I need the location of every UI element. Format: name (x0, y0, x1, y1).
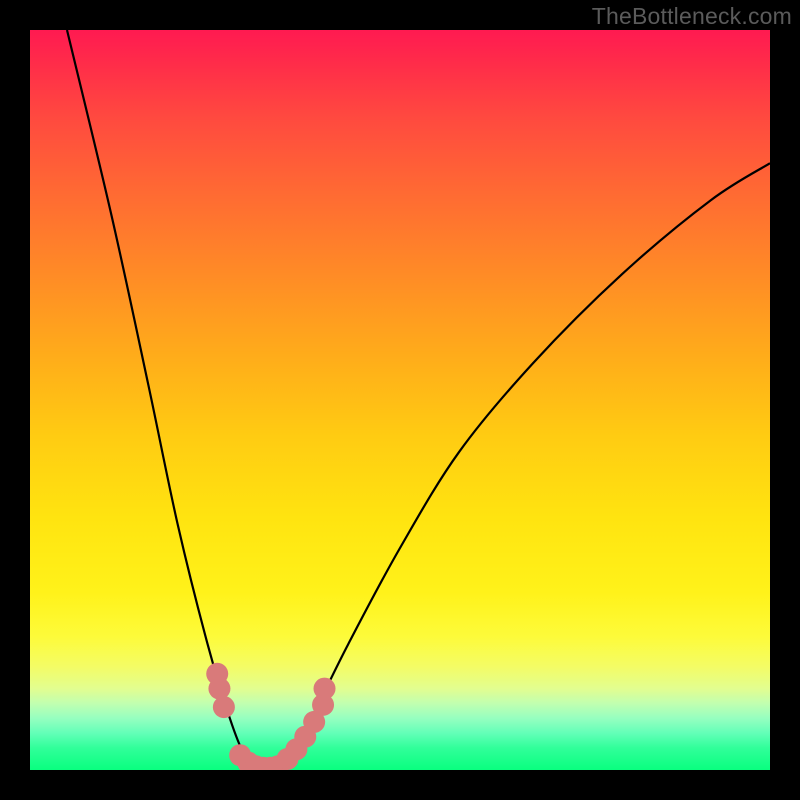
data-marker (314, 678, 336, 700)
plot-area (30, 30, 770, 770)
data-marker (208, 678, 230, 700)
bottleneck-curve (67, 30, 770, 770)
watermark-text: TheBottleneck.com (592, 3, 792, 30)
curve-layer (30, 30, 770, 770)
data-marker (213, 696, 235, 718)
chart-frame: TheBottleneck.com (0, 0, 800, 800)
